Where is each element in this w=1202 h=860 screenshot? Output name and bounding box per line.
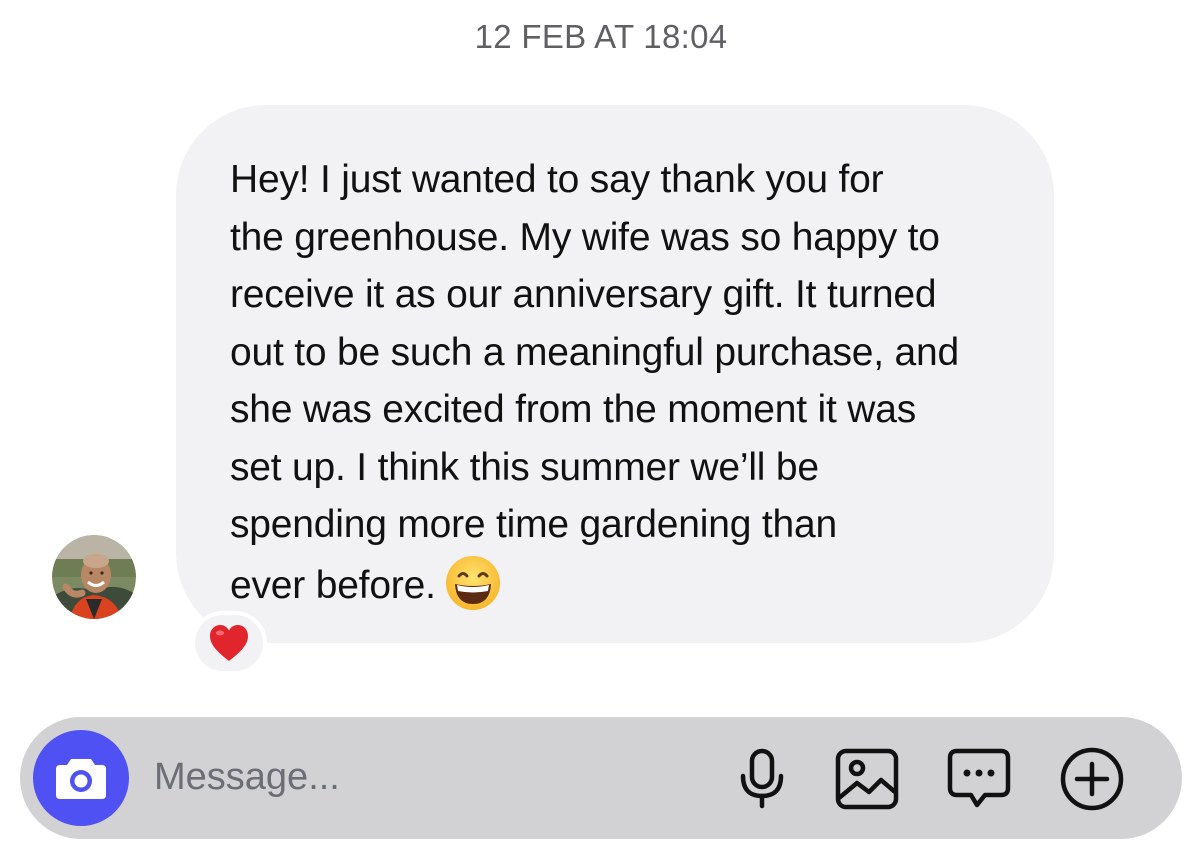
message-input[interactable]	[154, 747, 674, 807]
heart-reaction[interactable]	[191, 611, 267, 675]
add-button[interactable]	[1059, 746, 1125, 812]
gallery-button[interactable]	[834, 746, 900, 812]
message-composer	[20, 717, 1182, 839]
microphone-icon	[740, 748, 784, 809]
message-line: the greenhouse. My wife was so happy to	[230, 215, 940, 259]
camera-icon	[56, 759, 106, 799]
message-timestamp: 12 FEB AT 18:04	[474, 18, 728, 55]
message-line: ever before.	[230, 563, 436, 607]
sender-avatar[interactable]	[52, 535, 136, 619]
avatar-photo	[52, 535, 136, 619]
message-line: spending more time gardening than	[230, 503, 837, 546]
grinning-face-emoji-icon	[444, 554, 502, 629]
heart-icon	[210, 625, 248, 661]
camera-button[interactable]	[33, 730, 129, 826]
sticker-chat-icon	[947, 748, 1011, 808]
message-text: Hey! I just wanted to say thank you for …	[230, 151, 1034, 628]
message-line: she was excited from the moment it was	[230, 388, 917, 431]
gallery-icon	[835, 748, 899, 810]
message-line: out to be such a meaningful purchase, an…	[230, 330, 959, 374]
message-last-line: ever before.	[230, 554, 1034, 629]
message-line: receive it as our anniversary gift. It t…	[230, 273, 937, 316]
sticker-chat-button[interactable]	[946, 746, 1012, 812]
add-circle-icon	[1060, 747, 1124, 811]
message-line: Hey! I just wanted to say thank you for	[230, 158, 884, 201]
message-bubble[interactable]: Hey! I just wanted to say thank you for …	[176, 105, 1054, 643]
message-line: set up. I think this summer we’ll be	[230, 445, 819, 489]
microphone-button[interactable]	[729, 746, 795, 812]
